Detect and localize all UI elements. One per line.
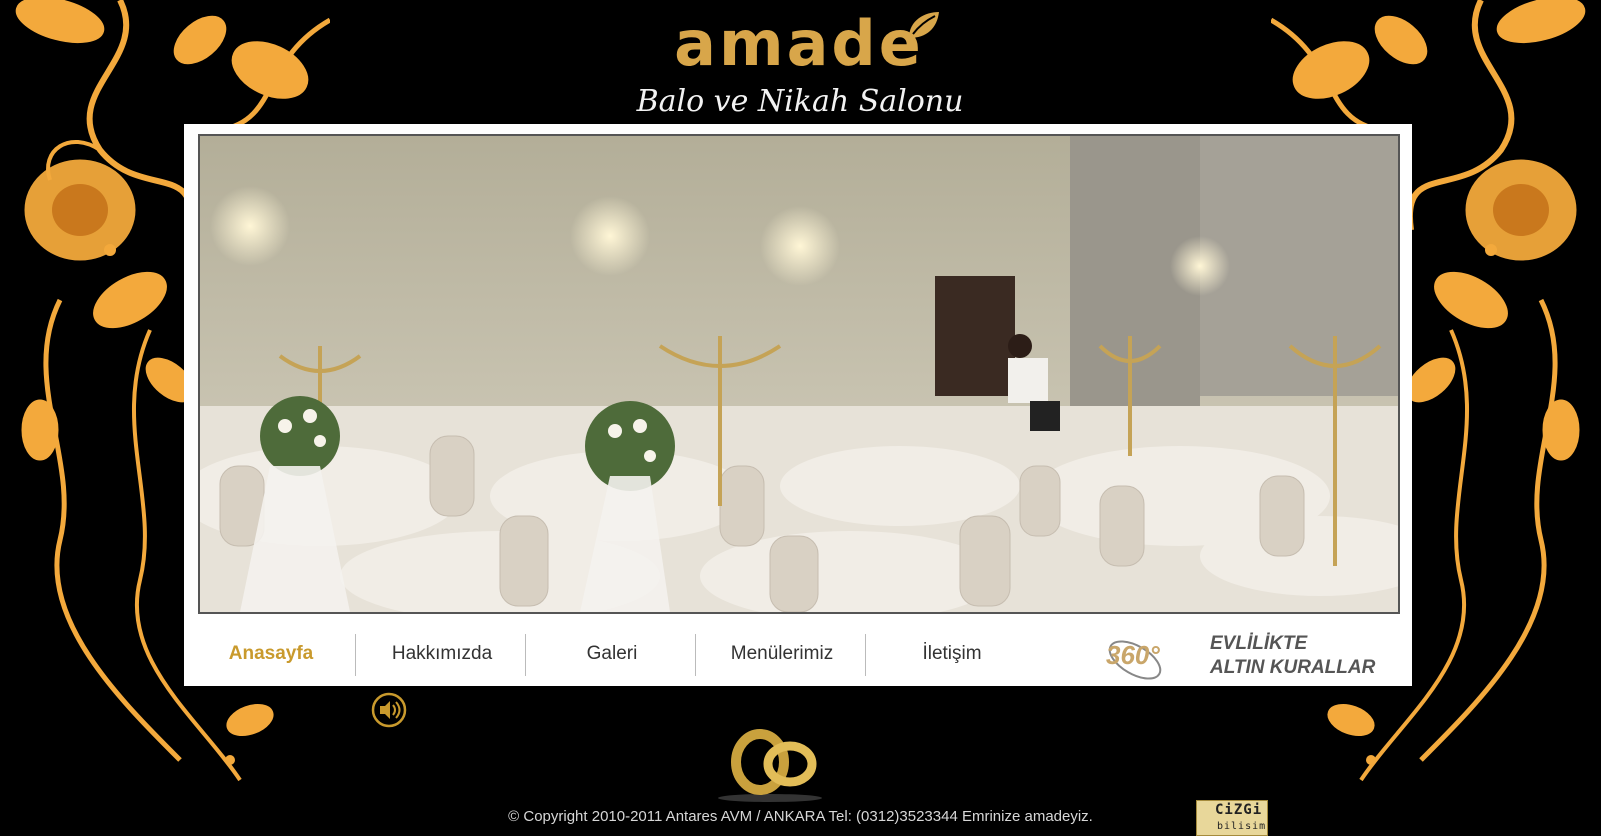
credit-bottom: bilisim: [1217, 821, 1267, 832]
golden-rules-line1: EVLİLİKTE: [1210, 633, 1308, 654]
logo-subtitle: Balo ve Nikah Salonu: [636, 84, 964, 119]
nav-item-hakkimizda[interactable]: Hakkımızda: [355, 634, 529, 674]
hall-photo: [198, 134, 1400, 614]
main-nav: Anasayfa Hakkımızda Galeri Menülerimiz İ…: [184, 620, 1412, 686]
virtual-tour-360-button[interactable]: 360°: [1102, 632, 1168, 686]
footer-copyright: © Copyright 2010-2011 Antares AVM / ANKA…: [508, 808, 1093, 825]
wedding-rings-icon: [718, 729, 822, 802]
nav-item-anasayfa[interactable]: Anasayfa: [184, 634, 358, 674]
content-panel: Anasayfa Hakkımızda Galeri Menülerimiz İ…: [184, 124, 1412, 686]
badge-360-label: 360°: [1106, 640, 1160, 670]
speaker-icon[interactable]: [371, 692, 407, 728]
logo-brand: amade: [674, 7, 924, 80]
site-logo[interactable]: amade Balo ve Nikah Salonu: [600, 6, 1000, 121]
golden-rules-link[interactable]: EVLİLİKTE ALTIN KURALLAR: [1210, 632, 1400, 680]
credit-top: CiZGi: [1215, 802, 1263, 818]
nav-item-menulerimiz[interactable]: Menülerimiz: [695, 634, 869, 674]
golden-rules-line2: ALTIN KURALLAR: [1210, 657, 1376, 678]
nav-item-galeri[interactable]: Galeri: [525, 634, 699, 674]
nav-item-iletisim[interactable]: İletişim: [865, 634, 1039, 674]
cizgi-bilisim-credit-link[interactable]: CiZGi bilisim: [1196, 800, 1268, 836]
leaf-icon: [909, 12, 939, 38]
